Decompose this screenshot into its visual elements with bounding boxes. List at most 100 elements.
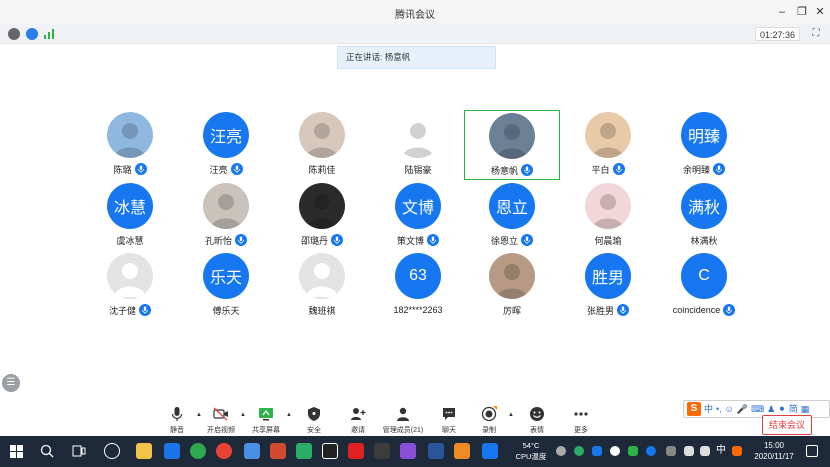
ime-punct-icon[interactable]: •, [716,402,722,416]
tray-chat-icon[interactable] [556,446,566,456]
app-red-icon[interactable] [348,443,364,459]
participant-tile[interactable]: 胜男 张胜男 [560,251,656,321]
end-meeting-button[interactable]: 结束会议 [762,415,812,435]
participant-name: 林满秋 [690,235,718,246]
participant-tile[interactable]: 冰慧 虞冰慧 [82,181,178,251]
tray-up-arrow-icon[interactable] [666,446,676,456]
participant-name-line: 邵璐丹 [274,233,370,247]
tencent-meeting-taskbar-icon[interactable] [482,443,498,459]
file-explorer-icon[interactable] [136,443,152,459]
video-label: 开启视频 [207,427,235,434]
share-screen-button[interactable]: 共享屏幕 [241,406,291,436]
member-list-toggle-icon[interactable]: ☰ [2,374,20,392]
tray-shield-icon[interactable] [592,446,602,456]
search-icon[interactable] [40,444,54,458]
ime-keyboard-icon[interactable]: ⌨ [751,402,764,416]
participant-name: 孔昕怡 [204,235,232,246]
clock-time: 15:00 [763,441,785,450]
edge-browser-icon[interactable] [164,443,180,459]
fullscreen-icon[interactable]: ⛶ [810,28,822,40]
signal-icon[interactable] [44,29,56,39]
participant-name: 182****2263 [393,305,443,315]
participant-tile[interactable]: 陆锡豪 [370,110,466,180]
participant-tile[interactable]: 杨意帆 [464,110,560,180]
participant-tile[interactable]: 乐天 傅乐天 [178,251,274,321]
wechat-icon[interactable] [296,443,312,459]
windows-taskbar: 54°C CPU温度 中 15:00 2020/11/17 [0,436,830,467]
task-view-icon[interactable] [72,444,86,458]
participant-tile[interactable]: 厉晖 [464,251,560,321]
ime-voice-icon[interactable]: 🎤 [737,402,748,416]
taskbar-clock[interactable]: 15:00 2020/11/17 [752,440,796,462]
notification-icon[interactable] [806,445,818,457]
more-label: 更多 [574,427,588,434]
tray-blue-icon[interactable] [646,446,656,456]
participant-name: 厉晖 [502,305,521,316]
windows-start-icon[interactable] [10,445,23,458]
tray-app-icon[interactable] [610,446,620,456]
restore-button[interactable]: ❐ [794,4,810,20]
dictionary-icon[interactable] [374,443,390,459]
participant-avatar [107,112,153,158]
more-button[interactable]: 更多 [556,406,606,436]
office-icon[interactable] [270,443,286,459]
participant-tile[interactable]: 明臻 余明臻 [656,110,752,180]
sogou-logo-icon[interactable]: S [687,402,701,416]
app-purple-icon[interactable] [400,443,416,459]
participant-tile[interactable]: 孔昕怡 [178,181,274,251]
participant-tile[interactable]: 汪亮 汪亮 [178,110,274,180]
shield-icon[interactable] [26,28,38,40]
magnifier-app-icon[interactable] [104,443,120,459]
emoji-icon [530,407,544,421]
tray-wechat-icon[interactable] [574,446,584,456]
ime-skin-icon[interactable]: ⚫ [778,402,786,416]
network-icon[interactable] [684,446,694,456]
security-button[interactable]: 安全 [289,406,339,436]
participant-tile[interactable]: 文博 策文博 [370,181,466,251]
tray-sogou-icon[interactable] [732,446,742,456]
participant-name: 何晨瑜 [594,235,622,246]
app-green-icon[interactable] [190,443,206,459]
participant-name-line: 张胜男 [560,303,656,317]
microphone-icon [134,163,147,175]
participant-name-line: 何晨瑜 [560,233,656,247]
chrome-icon[interactable] [216,443,232,459]
record-button[interactable]: 录制 [464,406,514,436]
manage-members-button[interactable]: 管理成员(21) [378,406,428,436]
ime-lang[interactable]: 中 [704,402,713,416]
participant-tile[interactable]: 满秋 林满秋 [656,181,752,251]
volume-icon[interactable] [700,446,710,456]
tray-ime-lang[interactable]: 中 [716,444,726,458]
participant-tile[interactable]: 63 182****2263 [370,251,466,321]
participant-tile[interactable]: 沈子健 [82,251,178,321]
mute-button[interactable]: 静音 [152,406,202,436]
ime-emoji-icon[interactable]: ☺ [725,402,734,416]
participant-tile[interactable]: 何晨瑜 [560,181,656,251]
participant-tile[interactable]: 平白 [560,110,656,180]
participant-name-line: 陈莉佳 [274,162,370,176]
video-button[interactable]: 开启视频 [196,406,246,436]
ime-grid-icon[interactable]: ▦ [801,402,810,416]
meeting-timer: 01:27:36 [754,27,800,41]
participant-tile[interactable]: 邵璐丹 [274,181,370,251]
participant-tile[interactable]: 恩立 徐恩立 [464,181,560,251]
participant-avatar: 恩立 [489,183,535,229]
emoji-button[interactable]: 表情 [512,406,562,436]
qq-icon[interactable] [322,443,338,459]
participant-tile[interactable]: 魏班祺 [274,251,370,321]
app-orange-icon[interactable] [454,443,470,459]
info-icon[interactable] [8,28,20,40]
meeting-info-bar: 01:27:36 ⛶ [0,24,830,44]
ime-user-icon[interactable]: ♟ [767,402,775,416]
close-button[interactable]: ✕ [812,4,828,20]
participant-tile[interactable]: 陈璐 [82,110,178,180]
minimize-button[interactable]: – [774,4,790,20]
mail-icon[interactable] [244,443,260,459]
participant-tile[interactable]: 陈莉佳 [274,110,370,180]
invite-button[interactable]: 邀请 [333,406,383,436]
title-bar: 腾讯会议 – ❐ ✕ [0,0,830,24]
tray-green-icon[interactable] [628,446,638,456]
participant-tile[interactable]: Ccoincidence [656,251,752,321]
word-icon[interactable] [428,443,444,459]
ime-mode[interactable]: 简 [789,402,798,416]
